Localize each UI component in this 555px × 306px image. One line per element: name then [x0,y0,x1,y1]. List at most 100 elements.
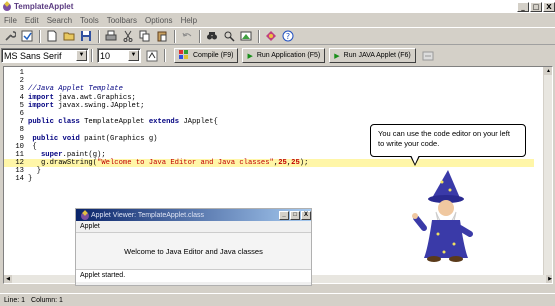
close-button[interactable]: X [543,1,555,12]
toolbar-separator [39,29,41,43]
print-icon[interactable] [104,30,117,43]
toolbar-separator [91,49,93,62]
applet-title-bar[interactable]: Applet Viewer: TemplateApplet.class _ □ … [76,209,311,221]
font-size-select[interactable]: 10 ▼ [97,48,141,63]
scroll-right-icon[interactable]: ▶ [546,275,552,283]
code-line[interactable]: 6 [4,110,534,118]
applet-viewer-window[interactable]: Applet Viewer: TemplateApplet.class _ □ … [75,208,312,286]
replace-icon[interactable] [222,30,235,43]
line-number: 6 [19,109,24,118]
line-number: 7 [19,118,24,127]
menu-file[interactable]: File [4,16,17,25]
help-bubble: You can use the code editor on your left… [370,124,526,157]
scroll-up-icon[interactable]: ▲ [544,67,552,75]
play-icon: ▶ [334,52,340,60]
new-file-icon[interactable] [45,30,58,43]
applet-minimize-button[interactable]: _ [279,210,289,220]
java-tool-icon[interactable] [264,30,277,43]
run-applet-button[interactable]: ▶ Run JAVA Applet (F6) [329,48,416,63]
compile-label: Compile (F9) [193,52,234,59]
code-text[interactable]: //Java Applet Template [28,85,123,93]
menu-help[interactable]: Help [181,16,197,25]
run-application-label: Run Application (F5) [256,52,321,59]
open-folder-icon[interactable] [62,30,75,43]
code-text[interactable]: { [28,143,36,151]
line-number: 5 [19,101,24,110]
compile-icon [179,49,189,62]
window-title: TemplateApplet [14,2,74,11]
applet-status: Applet started. [76,270,311,282]
wrench-icon[interactable] [3,30,16,43]
menu-bar: File Edit Search Tools Toolbars Options … [0,13,555,27]
code-line[interactable]: 4 import java.awt.Graphics; [4,94,534,102]
options-icon[interactable] [422,49,435,62]
line-number: 12 [15,159,24,168]
menu-options[interactable]: Options [145,16,173,25]
code-line[interactable]: 5 import javax.swing.JApplet; [4,102,534,110]
svg-text:?: ? [285,32,289,41]
chevron-down-icon[interactable]: ▼ [76,50,87,61]
menu-toolbars[interactable]: Toolbars [107,16,137,25]
scroll-left-icon[interactable]: ◀ [4,275,12,283]
applet-menu[interactable]: Applet [76,221,311,232]
menu-tools[interactable]: Tools [80,16,99,25]
main-toolbar: ? [0,27,555,45]
status-line: Line: 1 [4,296,26,304]
toolbar-separator [98,29,100,43]
code-line[interactable]: 3 //Java Applet Template [4,85,534,93]
code-text[interactable]: public class TemplateApplet extends JApp… [28,118,218,126]
code-text[interactable]: import java.awt.Graphics; [28,94,136,102]
menu-search[interactable]: Search [47,16,72,25]
find-icon[interactable] [205,30,218,43]
line-number: 10 [15,142,24,151]
minimize-button[interactable]: _ [517,1,529,12]
code-text[interactable]: } [28,175,32,183]
format-toolbar: MS Sans Serif ▼ 10 ▼ Compile (F9) ▶ Run … [0,46,555,65]
bookmark-icon[interactable] [239,30,252,43]
code-text[interactable]: import javax.swing.JApplet; [28,102,144,110]
run-application-button[interactable]: ▶ Run Application (F5) [242,48,326,63]
toolbar-separator [164,49,166,62]
compile-button[interactable]: Compile (F9) [174,48,239,63]
help-icon[interactable]: ? [281,30,294,43]
copy-icon[interactable] [138,30,151,43]
vertical-scrollbar[interactable]: ▲ [543,67,552,277]
main-window: TemplateApplet _ □ X File Edit Search To… [0,0,555,306]
font-dialog-icon[interactable] [145,49,158,62]
cut-icon[interactable] [121,30,134,43]
save-icon[interactable] [79,30,92,43]
line-number: 8 [19,126,24,135]
line-number: 13 [15,167,24,176]
menu-edit[interactable]: Edit [25,16,39,25]
app-icon [2,2,12,12]
compile-tool-icon[interactable] [20,30,33,43]
chevron-down-icon[interactable]: ▼ [128,50,139,61]
title-bar: TemplateApplet _ □ X [0,0,555,13]
wizard-assistant-icon[interactable] [410,168,490,263]
font-size-value: 10 [100,50,111,61]
code-text[interactable]: } [28,167,41,175]
code-text[interactable]: g.drawString("Welcome to Java Editor and… [28,159,309,167]
applet-close-button[interactable]: X [301,210,311,220]
line-number: 14 [15,175,24,184]
code-line[interactable]: 2 [4,77,534,85]
code-line[interactable]: 1 [4,69,534,77]
line-number: 9 [19,134,24,143]
applet-app-icon [80,211,89,220]
applet-title: Applet Viewer: TemplateApplet.class [91,211,204,219]
code-text[interactable]: super.paint(g); [28,151,106,159]
line-number: 3 [19,85,24,94]
maximize-button[interactable]: □ [530,1,542,12]
applet-maximize-button[interactable]: □ [290,210,300,220]
code-line[interactable]: 12 g.drawString("Welcome to Java Editor … [4,159,534,168]
undo-icon[interactable] [180,30,193,43]
font-family-value: MS Sans Serif [4,50,62,61]
line-number: 1 [19,69,24,77]
line-number: 2 [19,77,24,86]
font-family-select[interactable]: MS Sans Serif ▼ [1,48,89,63]
play-icon: ▶ [247,52,253,60]
applet-message: Welcome to Java Editor and Java classes [76,232,311,270]
code-text[interactable]: public void paint(Graphics g) [28,135,157,143]
paste-icon[interactable] [155,30,168,43]
run-applet-label: Run JAVA Applet (F6) [343,52,411,59]
